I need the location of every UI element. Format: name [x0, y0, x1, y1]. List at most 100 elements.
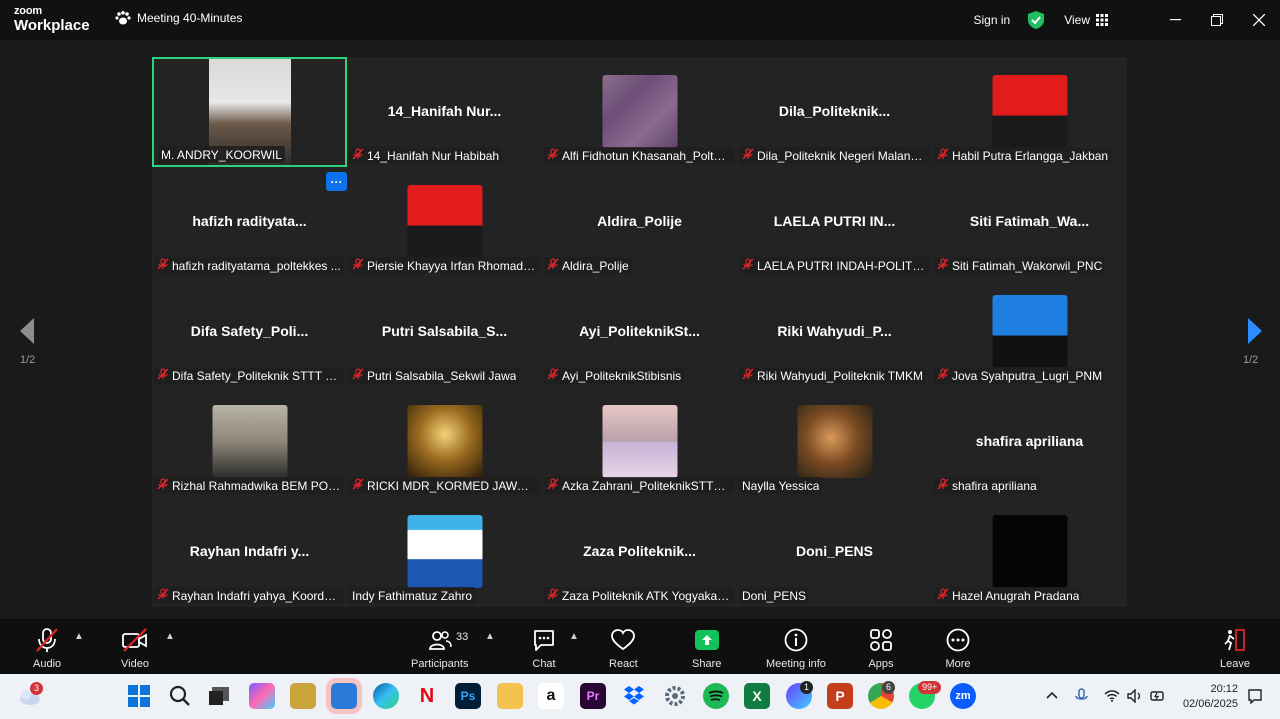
- participant-display-name: Doni_PENS: [795, 543, 873, 559]
- participant-display-name: Zaza Politeknik...: [583, 543, 696, 559]
- wifi-icon[interactable]: [1104, 689, 1120, 702]
- participant-tile[interactable]: M. ANDRY_KOORWIL: [152, 57, 347, 167]
- participant-display-name: Rayhan Indafri y...: [189, 543, 310, 559]
- task-view-icon[interactable]: [206, 683, 232, 709]
- participant-tile[interactable]: Rizhal Rahmadwika BEM POLI...: [152, 387, 347, 497]
- participant-tile[interactable]: Siti Fatimah_Wa... Siti Fatimah_Wakorwil_…: [932, 167, 1127, 277]
- file-explorer-icon[interactable]: [497, 683, 523, 709]
- participant-tile[interactable]: hafizh radityata... hafizh radityatama_po…: [152, 167, 347, 277]
- participant-tile[interactable]: Azka Zahrani_PoliteknikSTTTB...: [542, 387, 737, 497]
- zoom-logo: zoom Workplace: [14, 5, 90, 34]
- muted-microphone-icon: [157, 588, 169, 603]
- powerpoint-icon[interactable]: P: [827, 683, 853, 709]
- netflix-icon[interactable]: N: [414, 683, 440, 709]
- participant-tile[interactable]: RICKI MDR_KORMED JAWA_P...: [347, 387, 542, 497]
- share-button[interactable]: Share: [692, 627, 721, 670]
- participant-tile[interactable]: Indy Fathimatuz Zahro: [347, 497, 542, 607]
- edge-browser-icon[interactable]: [373, 683, 399, 709]
- premiere-pro-icon[interactable]: Pr: [580, 683, 606, 709]
- spotify-icon[interactable]: [703, 683, 729, 709]
- microsoft-store-icon[interactable]: [326, 678, 362, 714]
- participant-tile[interactable]: Jova Syahputra_Lugri_PNM: [932, 277, 1127, 387]
- system-clock[interactable]: 20:12 02/06/2025: [1183, 682, 1238, 712]
- minimize-button[interactable]: [1154, 0, 1196, 40]
- participant-tile[interactable]: 14_Hanifah Nur... 14_Hanifah Nur Habibah: [347, 57, 542, 167]
- participant-name: Azka Zahrani_PoliteknikSTTTB...: [562, 478, 731, 493]
- notification-icon[interactable]: [1248, 689, 1262, 704]
- muted-microphone-icon: [36, 628, 58, 652]
- participant-tile[interactable]: LAELA PUTRI IN... LAELA PUTRI INDAH-POLIT…: [737, 167, 932, 277]
- photoshop-icon[interactable]: Ps: [455, 683, 481, 709]
- muted-microphone-icon: [157, 368, 169, 383]
- copilot-icon[interactable]: [249, 683, 275, 709]
- participant-name-label: Putri Salsabila_Sekwil Jawa: [349, 367, 520, 384]
- windows-taskbar: 3 N Ps a Pr X 1 P 6 99+ zm 20:12 02/06/2…: [0, 674, 1280, 719]
- close-button[interactable]: [1238, 0, 1280, 40]
- participant-name-label: Jova Syahputra_Lugri_PNM: [934, 367, 1106, 384]
- participant-tile[interactable]: Ayi_PoliteknikSt... Ayi_PoliteknikStibisn…: [542, 277, 737, 387]
- participant-name-label: Siti Fatimah_Wakorwil_PNC: [934, 257, 1106, 274]
- participant-tile[interactable]: Riki Wahyudi_P... Riki Wahyudi_Politeknik…: [737, 277, 932, 387]
- more-button[interactable]: More: [945, 627, 971, 670]
- muted-microphone-icon: [157, 478, 169, 493]
- chevron-up-icon[interactable]: [1046, 691, 1058, 699]
- tile-more-options-button[interactable]: ···: [326, 172, 347, 191]
- video-button[interactable]: Video: [121, 627, 149, 670]
- participant-tile[interactable]: Hazel Anugrah Pradana: [932, 497, 1127, 607]
- video-options-caret-icon[interactable]: ▲: [165, 631, 175, 642]
- next-page-arrow-icon[interactable]: [1244, 316, 1264, 346]
- audio-button[interactable]: Audio: [33, 627, 61, 670]
- participant-name-label: Hazel Anugrah Pradana: [934, 587, 1083, 604]
- meeting-info-button[interactable]: Meeting info: [766, 627, 826, 670]
- participant-tile[interactable]: Doni_PENS Doni_PENS: [737, 497, 932, 607]
- participant-tile[interactable]: Piersie Khayya Irfan Rhomadh...: [347, 167, 542, 277]
- participant-tile[interactable]: Dila_Politeknik... Dila_Politeknik Negeri…: [737, 57, 932, 167]
- participant-tile[interactable]: Difa Safety_Poli... Difa Safety_Politekni…: [152, 277, 347, 387]
- participant-name: Naylla Yessica: [742, 478, 820, 493]
- participants-icon: [428, 631, 452, 650]
- start-button-icon[interactable]: [126, 683, 152, 709]
- participants-count: 33: [456, 631, 469, 643]
- participant-tile[interactable]: Habil Putra Erlangga_Jakban: [932, 57, 1127, 167]
- participant-name-label: Habil Putra Erlangga_Jakban: [934, 147, 1112, 164]
- participant-tile[interactable]: Naylla Yessica: [737, 387, 932, 497]
- zoom-app-icon[interactable]: zm: [950, 683, 976, 709]
- participant-name-label: hafizh radityatama_poltekkes ...: [154, 257, 344, 274]
- speaker-icon[interactable]: [1127, 689, 1143, 703]
- participant-tile[interactable]: Aldira_Polije Aldira_Polije: [542, 167, 737, 277]
- page-indicator-left: 1/2: [20, 354, 36, 366]
- participant-name-label: 14_Hanifah Nur Habibah: [349, 147, 503, 164]
- dropbox-icon[interactable]: [621, 683, 647, 709]
- battery-icon[interactable]: [1150, 689, 1166, 703]
- participant-name: LAELA PUTRI INDAH-POLITEK...: [757, 258, 926, 273]
- view-button[interactable]: View: [1064, 13, 1108, 27]
- participants-label: Participants: [411, 658, 469, 670]
- meeting-title-area[interactable]: Meeting 40-Minutes: [115, 11, 242, 25]
- settings-gear-icon[interactable]: [662, 683, 688, 709]
- muted-microphone-icon: [937, 588, 949, 603]
- microphone-tray-icon[interactable]: [1073, 688, 1091, 704]
- participant-tile[interactable]: Alfi Fidhotun Khasanah_Poltek...: [542, 57, 737, 167]
- shield-check-icon[interactable]: [1028, 11, 1045, 29]
- chat-button[interactable]: Chat: [531, 627, 557, 670]
- participant-avatar: [212, 405, 287, 478]
- apps-button[interactable]: Apps: [868, 627, 894, 670]
- chat-options-caret-icon[interactable]: ▲: [569, 631, 579, 642]
- audio-options-caret-icon[interactable]: ▲: [74, 631, 84, 642]
- leave-button[interactable]: Leave: [1220, 627, 1250, 670]
- excel-icon[interactable]: X: [744, 683, 770, 709]
- logo-line-1: zoom: [14, 5, 42, 17]
- search-icon[interactable]: [167, 683, 193, 709]
- meeting-title: Meeting 40-Minutes: [137, 11, 243, 25]
- participant-tile[interactable]: shafira apriliana shafira apriliana: [932, 387, 1127, 497]
- participant-tile[interactable]: Rayhan Indafri y... Rayhan Indafri yahya_…: [152, 497, 347, 607]
- participant-tile[interactable]: Zaza Politeknik... Zaza Politeknik ATK Yo…: [542, 497, 737, 607]
- previous-page-arrow-icon[interactable]: [18, 316, 38, 346]
- restore-button[interactable]: [1196, 0, 1238, 40]
- participants-options-caret-icon[interactable]: ▲: [485, 631, 495, 642]
- react-button[interactable]: React: [609, 627, 638, 670]
- amazon-icon[interactable]: a: [538, 683, 564, 709]
- game-app-icon[interactable]: [290, 683, 316, 709]
- participant-tile[interactable]: Putri Salsabila_S... Putri Salsabila_Sekw…: [347, 277, 542, 387]
- sign-in-link[interactable]: Sign in: [974, 13, 1011, 27]
